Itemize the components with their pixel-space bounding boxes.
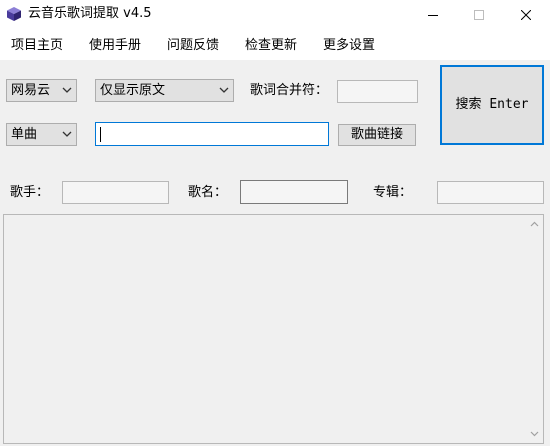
album-field[interactable] xyxy=(437,181,544,204)
minimize-icon xyxy=(428,15,438,16)
song-name-field[interactable] xyxy=(240,180,348,204)
minimize-button[interactable] xyxy=(410,0,456,30)
search-button[interactable]: 搜索 Enter xyxy=(440,65,544,145)
type-select-value: 单曲 xyxy=(11,127,38,142)
song-name-label: 歌名： xyxy=(188,185,228,200)
scroll-up-arrow-icon[interactable] xyxy=(530,221,539,227)
source-select-value: 网易云 xyxy=(11,83,51,98)
window-title: 云音乐歌词提取 v4.5 xyxy=(28,6,152,21)
lyric-separator-label: 歌词合并符： xyxy=(250,83,329,98)
song-link-button[interactable]: 歌曲链接 xyxy=(338,124,416,146)
song-link-button-label: 歌曲链接 xyxy=(350,127,403,142)
search-input[interactable] xyxy=(95,122,329,146)
display-mode-select[interactable]: 仅显示原文 xyxy=(95,79,234,102)
menu-item-feedback[interactable]: 问题反馈 xyxy=(167,37,219,54)
chevron-down-icon xyxy=(62,87,72,93)
close-icon xyxy=(521,10,531,20)
artist-label: 歌手： xyxy=(10,185,50,200)
title-bar: 云音乐歌词提取 v4.5 xyxy=(0,0,550,30)
text-caret xyxy=(100,127,101,142)
maximize-button[interactable] xyxy=(456,0,502,30)
app-window: 云音乐歌词提取 v4.5 项目主页 使用手册 问题反馈 检查更新 更多设置 网易… xyxy=(0,0,550,446)
vertical-scrollbar[interactable] xyxy=(526,215,543,443)
menu-item-manual[interactable]: 使用手册 xyxy=(89,37,141,54)
close-button[interactable] xyxy=(502,0,550,30)
scroll-down-arrow-icon[interactable] xyxy=(530,431,539,437)
display-mode-select-value: 仅显示原文 xyxy=(100,83,166,98)
menu-item-check-update[interactable]: 检查更新 xyxy=(245,37,297,54)
chevron-down-icon xyxy=(219,87,229,93)
cube-app-icon xyxy=(7,7,21,21)
chevron-down-icon xyxy=(62,131,72,137)
lyrics-output-area[interactable] xyxy=(3,214,544,444)
lyric-separator-input[interactable] xyxy=(337,80,418,103)
search-button-label: 搜索 Enter xyxy=(455,97,529,112)
source-select[interactable]: 网易云 xyxy=(6,79,77,102)
album-label: 专辑： xyxy=(373,185,413,200)
artist-field[interactable] xyxy=(62,181,169,204)
menu-item-more-settings[interactable]: 更多设置 xyxy=(323,37,375,54)
menu-bar: 项目主页 使用手册 问题反馈 检查更新 更多设置 xyxy=(0,30,550,60)
menu-item-project-home[interactable]: 项目主页 xyxy=(11,37,63,54)
type-select[interactable]: 单曲 xyxy=(6,123,77,146)
maximize-icon xyxy=(474,10,484,20)
